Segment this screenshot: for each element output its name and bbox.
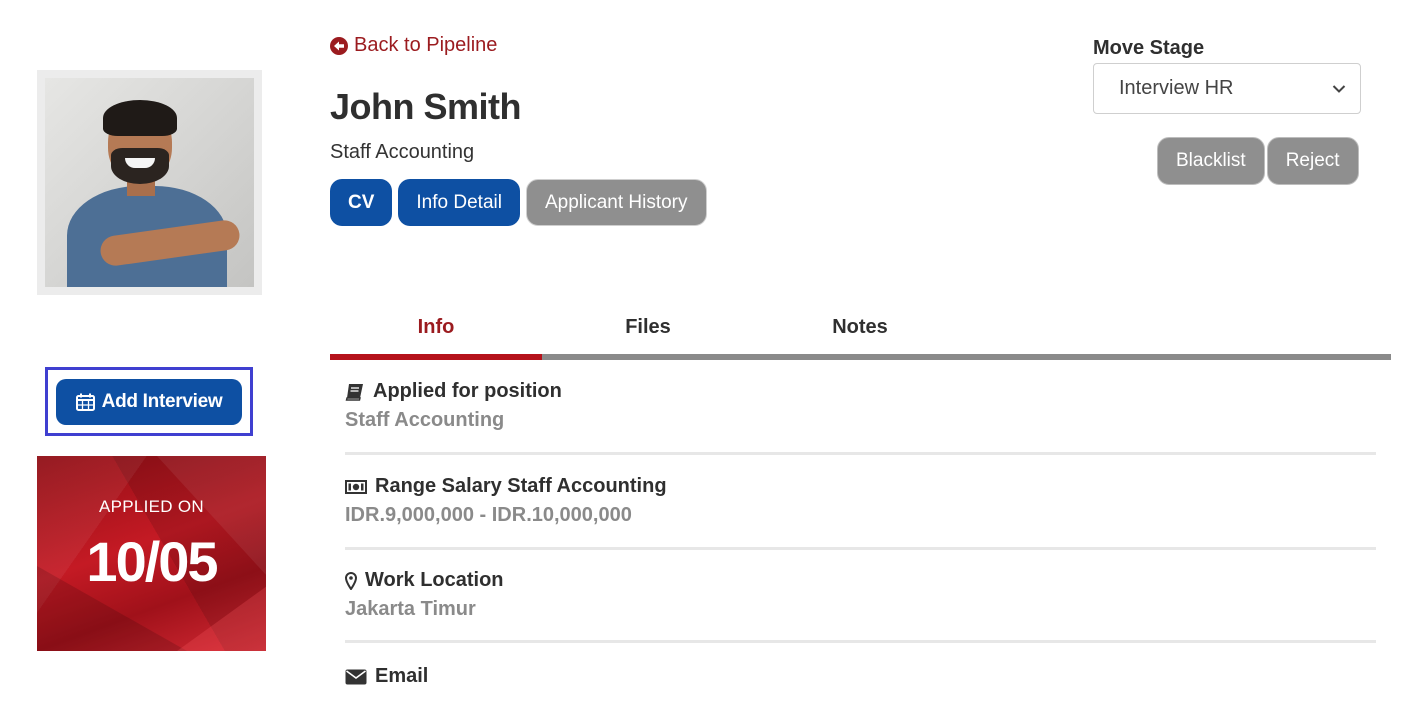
info-value: Staff Accounting	[345, 409, 505, 431]
calendar-icon	[75, 393, 95, 411]
divider	[345, 547, 1376, 550]
tab-info[interactable]: Info	[330, 298, 542, 356]
stage-actions: Blacklist Reject	[1157, 137, 1359, 185]
detail-tabs: Info Files Notes	[330, 298, 1391, 362]
arrow-circle-left-icon	[330, 36, 348, 55]
map-marker-icon	[345, 571, 357, 590]
cv-button[interactable]: CV	[330, 179, 393, 226]
envelope-icon	[345, 669, 367, 684]
candidate-position: Staff Accounting	[330, 141, 475, 163]
divider	[345, 640, 1376, 643]
candidate-photo	[45, 78, 254, 287]
move-stage-selected: Interview HR	[1119, 77, 1234, 99]
tab-notes[interactable]: Notes	[754, 298, 966, 356]
move-stage-label: Move Stage	[1093, 37, 1205, 59]
add-interview-button[interactable]: Add Interview	[56, 379, 242, 425]
applied-on-date: 10/05	[86, 530, 218, 593]
blacklist-button[interactable]: Blacklist	[1157, 137, 1265, 185]
info-applied-position: Applied for position Staff Accounting	[345, 380, 1376, 432]
move-stage-select[interactable]: Interview HR	[1093, 63, 1361, 114]
add-interview-label: Add Interview	[101, 391, 223, 412]
candidate-name: John Smith	[330, 86, 522, 127]
applicant-history-button[interactable]: Applicant History	[525, 179, 707, 226]
info-title: Range Salary Staff Accounting	[375, 475, 667, 497]
info-title: Email	[375, 665, 429, 687]
candidate-actions: CV Info Detail Applicant History	[330, 179, 707, 226]
info-title: Work Location	[365, 569, 504, 591]
back-to-pipeline-link[interactable]: Back to Pipeline	[330, 34, 497, 57]
tab-files[interactable]: Files	[542, 298, 754, 356]
book-icon	[345, 383, 363, 401]
info-value: IDR.9,000,000 - IDR.10,000,000	[345, 504, 632, 526]
info-title: Applied for position	[373, 380, 562, 402]
candidate-photo-frame	[37, 70, 262, 295]
info-salary-range: Range Salary Staff Accounting IDR.9,000,…	[345, 475, 1376, 527]
info-detail-button[interactable]: Info Detail	[398, 179, 520, 226]
tab-active-indicator	[330, 354, 542, 360]
divider	[345, 452, 1376, 455]
add-interview-highlight: Add Interview	[45, 367, 253, 436]
back-to-pipeline-label: Back to Pipeline	[354, 34, 498, 56]
applied-on-card: APPLIED ON 10/05	[37, 456, 266, 651]
applied-on-label: APPLIED ON	[98, 497, 205, 516]
reject-button[interactable]: Reject	[1266, 137, 1359, 185]
info-email: Email	[345, 665, 1376, 688]
info-work-location: Work Location Jakarta Timur	[345, 569, 1376, 621]
chevron-down-icon	[1332, 84, 1346, 93]
money-icon	[345, 479, 367, 494]
info-value: Jakarta Timur	[345, 598, 476, 620]
